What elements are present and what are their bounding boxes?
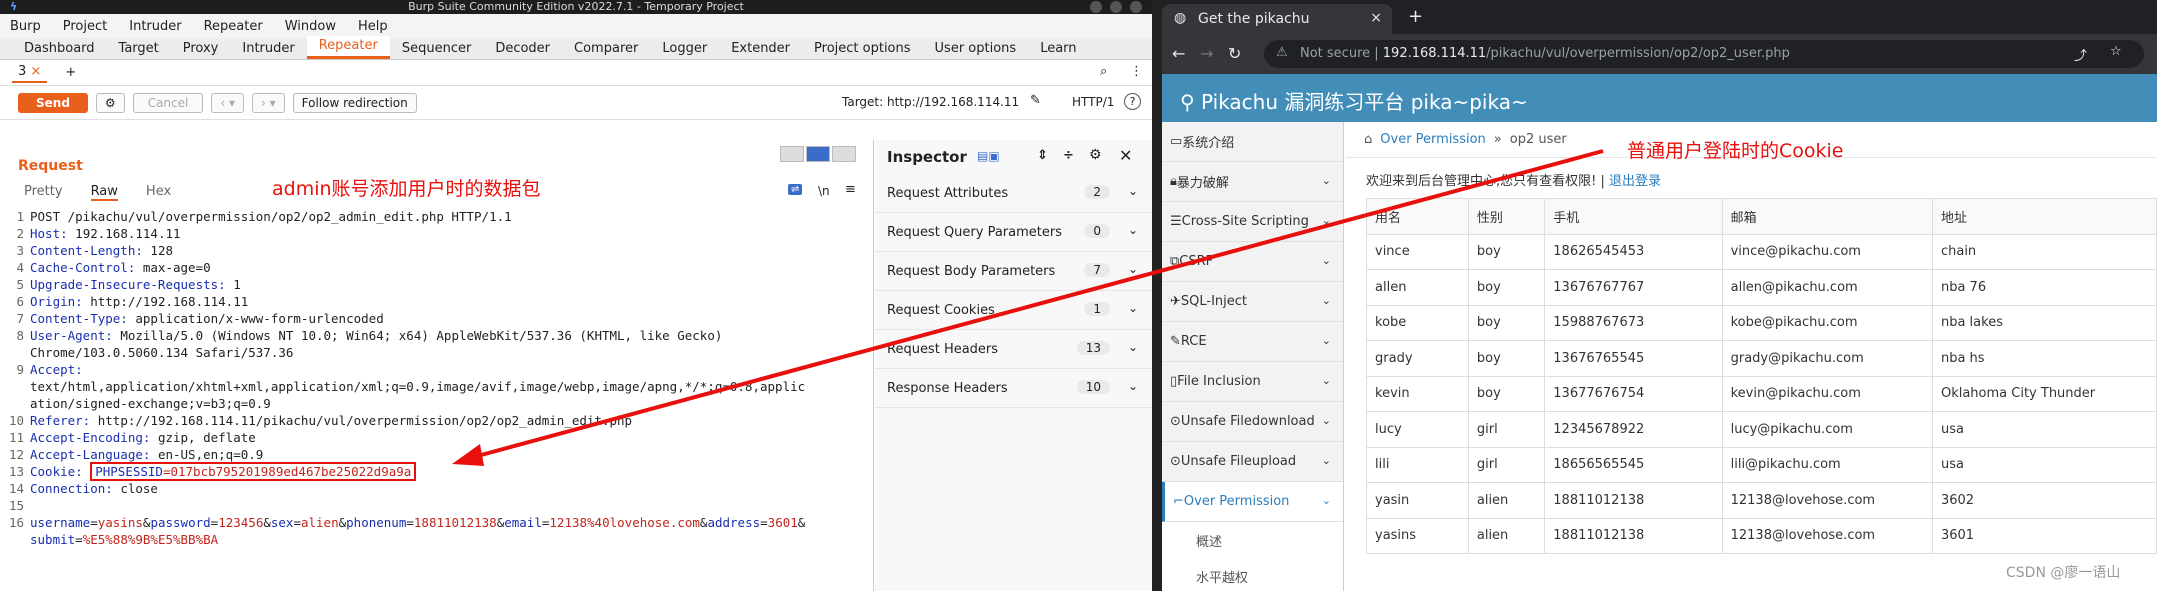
arrow-head [452,444,484,466]
screen: ϟ Burp Suite Community Edition v2022.7.1… [0,0,2157,591]
watermark: CSDN @廖一语山 [2006,565,2121,581]
arrow-line [469,149,1604,460]
annotation-cookie: 普通用户登陆时的Cookie [1627,140,1844,162]
annotation-arrow [452,149,1604,466]
